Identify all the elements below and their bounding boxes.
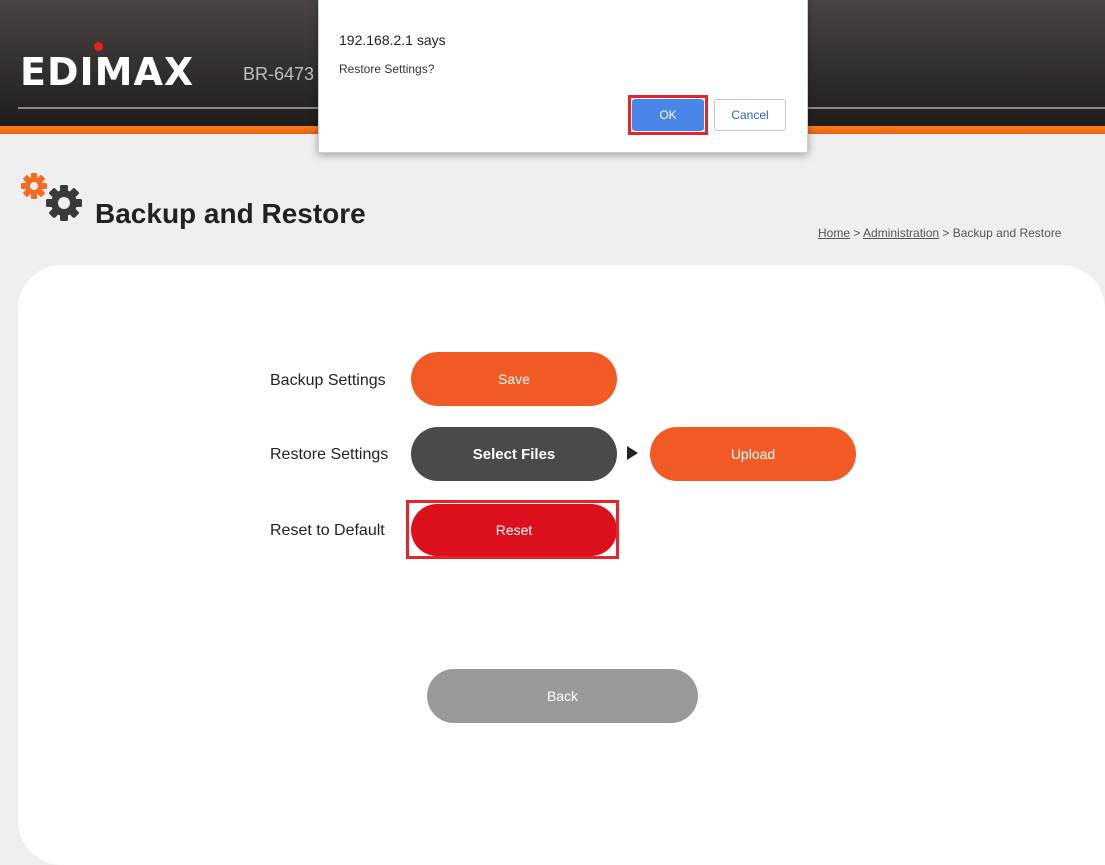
breadcrumb-separator: > [939, 226, 953, 240]
breadcrumb-current: Backup and Restore [952, 226, 1062, 240]
model-name: BR-6473 [243, 64, 315, 84]
restore-settings-label: Restore Settings [270, 446, 389, 463]
select-files-button[interactable]: Select Files [411, 427, 617, 481]
breadcrumb-administration-link[interactable]: Administration [863, 226, 939, 240]
gear-large-icon [46, 185, 82, 221]
reset-to-default-label: Reset to Default [270, 522, 385, 539]
page-title: Backup and Restore [95, 198, 366, 229]
cancel-button[interactable]: Cancel [714, 99, 786, 131]
breadcrumb: Home > Administration > Backup and Resto… [818, 226, 1061, 240]
breadcrumb-home-link[interactable]: Home [818, 226, 850, 240]
edimax-logo: EDIMAX [20, 50, 195, 94]
back-button[interactable]: Back [427, 669, 698, 723]
dialog-title: 192.168.2.1 says [339, 32, 446, 48]
logo-dot [94, 42, 103, 51]
ok-highlight-box [628, 95, 708, 135]
reset-highlight-box [406, 500, 619, 559]
breadcrumb-separator: > [850, 226, 864, 240]
dialog-message: Restore Settings? [339, 62, 435, 76]
confirm-dialog: 192.168.2.1 says Restore Settings? OK Ca… [318, 0, 808, 153]
upload-button[interactable]: Upload [650, 427, 856, 481]
backup-settings-label: Backup Settings [270, 372, 386, 389]
save-button[interactable]: Save [411, 352, 617, 406]
arrow-right-icon [627, 446, 638, 460]
